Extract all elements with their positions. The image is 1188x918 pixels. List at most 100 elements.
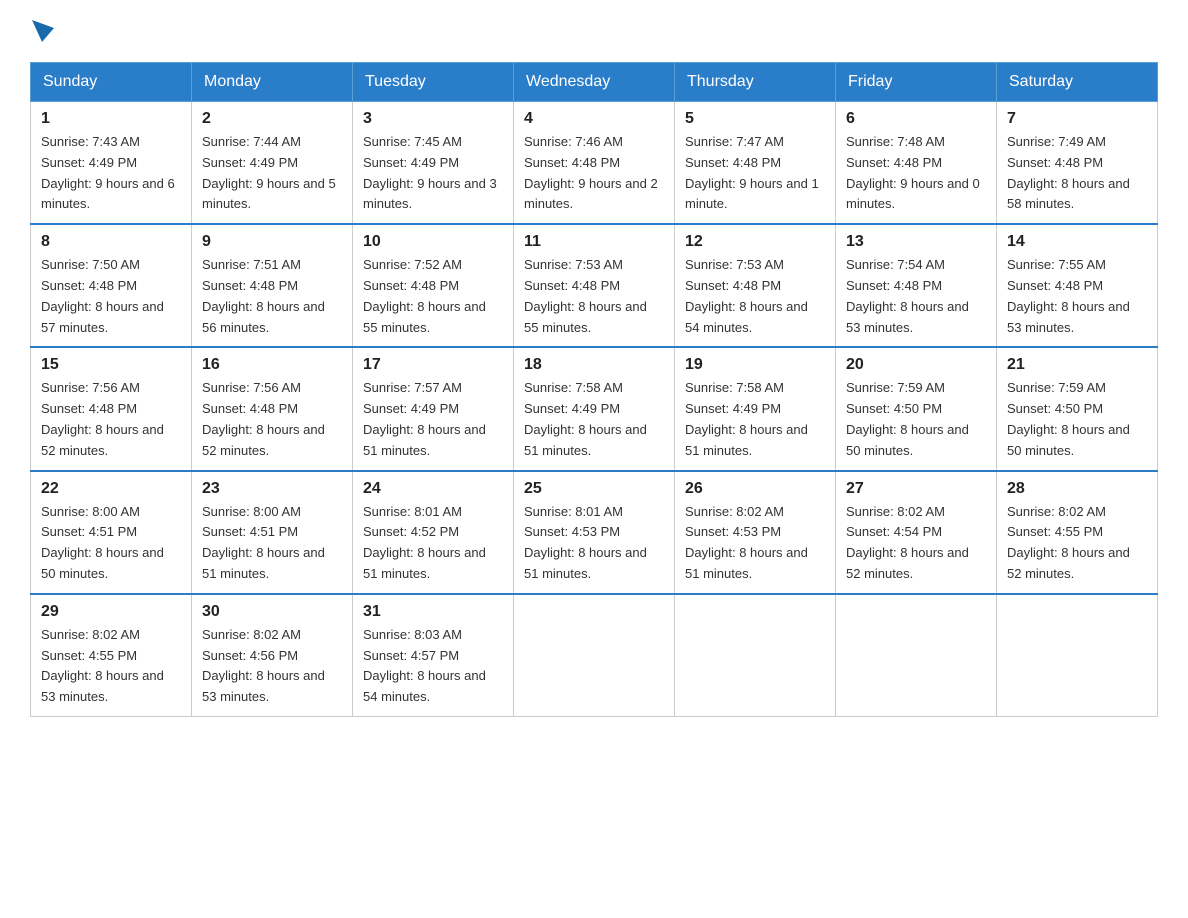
logo xyxy=(30,20,54,42)
day-info: Sunrise: 7:43 AMSunset: 4:49 PMDaylight:… xyxy=(41,132,181,215)
weekday-header-saturday: Saturday xyxy=(997,63,1158,102)
day-info: Sunrise: 7:46 AMSunset: 4:48 PMDaylight:… xyxy=(524,132,664,215)
day-number: 30 xyxy=(202,603,342,621)
weekday-header-tuesday: Tuesday xyxy=(353,63,514,102)
calendar-cell: 21 Sunrise: 7:59 AMSunset: 4:50 PMDaylig… xyxy=(997,347,1158,470)
day-number: 16 xyxy=(202,356,342,374)
day-number: 26 xyxy=(685,480,825,498)
calendar-cell: 19 Sunrise: 7:58 AMSunset: 4:49 PMDaylig… xyxy=(675,347,836,470)
day-number: 11 xyxy=(524,233,664,251)
calendar-cell: 9 Sunrise: 7:51 AMSunset: 4:48 PMDayligh… xyxy=(192,224,353,347)
calendar-cell: 14 Sunrise: 7:55 AMSunset: 4:48 PMDaylig… xyxy=(997,224,1158,347)
day-info: Sunrise: 7:44 AMSunset: 4:49 PMDaylight:… xyxy=(202,132,342,215)
day-info: Sunrise: 8:00 AMSunset: 4:51 PMDaylight:… xyxy=(41,502,181,585)
day-info: Sunrise: 8:01 AMSunset: 4:53 PMDaylight:… xyxy=(524,502,664,585)
calendar-cell: 5 Sunrise: 7:47 AMSunset: 4:48 PMDayligh… xyxy=(675,102,836,225)
calendar-cell xyxy=(836,594,997,717)
calendar-cell: 10 Sunrise: 7:52 AMSunset: 4:48 PMDaylig… xyxy=(353,224,514,347)
weekday-header-friday: Friday xyxy=(836,63,997,102)
day-info: Sunrise: 7:50 AMSunset: 4:48 PMDaylight:… xyxy=(41,255,181,338)
calendar-cell: 20 Sunrise: 7:59 AMSunset: 4:50 PMDaylig… xyxy=(836,347,997,470)
day-number: 9 xyxy=(202,233,342,251)
weekday-header-thursday: Thursday xyxy=(675,63,836,102)
day-info: Sunrise: 7:54 AMSunset: 4:48 PMDaylight:… xyxy=(846,255,986,338)
day-number: 17 xyxy=(363,356,503,374)
day-info: Sunrise: 7:45 AMSunset: 4:49 PMDaylight:… xyxy=(363,132,503,215)
day-info: Sunrise: 7:55 AMSunset: 4:48 PMDaylight:… xyxy=(1007,255,1147,338)
calendar-week-row: 29 Sunrise: 8:02 AMSunset: 4:55 PMDaylig… xyxy=(31,594,1158,717)
calendar-cell: 30 Sunrise: 8:02 AMSunset: 4:56 PMDaylig… xyxy=(192,594,353,717)
day-info: Sunrise: 7:59 AMSunset: 4:50 PMDaylight:… xyxy=(846,378,986,461)
day-info: Sunrise: 8:00 AMSunset: 4:51 PMDaylight:… xyxy=(202,502,342,585)
day-number: 22 xyxy=(41,480,181,498)
day-info: Sunrise: 7:56 AMSunset: 4:48 PMDaylight:… xyxy=(41,378,181,461)
day-info: Sunrise: 7:59 AMSunset: 4:50 PMDaylight:… xyxy=(1007,378,1147,461)
day-number: 15 xyxy=(41,356,181,374)
day-info: Sunrise: 8:02 AMSunset: 4:54 PMDaylight:… xyxy=(846,502,986,585)
day-info: Sunrise: 8:03 AMSunset: 4:57 PMDaylight:… xyxy=(363,625,503,708)
weekday-header-sunday: Sunday xyxy=(31,63,192,102)
calendar-cell: 18 Sunrise: 7:58 AMSunset: 4:49 PMDaylig… xyxy=(514,347,675,470)
calendar-cell: 4 Sunrise: 7:46 AMSunset: 4:48 PMDayligh… xyxy=(514,102,675,225)
calendar-week-row: 8 Sunrise: 7:50 AMSunset: 4:48 PMDayligh… xyxy=(31,224,1158,347)
calendar-cell: 17 Sunrise: 7:57 AMSunset: 4:49 PMDaylig… xyxy=(353,347,514,470)
day-number: 13 xyxy=(846,233,986,251)
day-info: Sunrise: 7:53 AMSunset: 4:48 PMDaylight:… xyxy=(685,255,825,338)
page-header xyxy=(30,20,1158,42)
day-info: Sunrise: 8:02 AMSunset: 4:55 PMDaylight:… xyxy=(1007,502,1147,585)
calendar-cell: 27 Sunrise: 8:02 AMSunset: 4:54 PMDaylig… xyxy=(836,471,997,594)
calendar-week-row: 15 Sunrise: 7:56 AMSunset: 4:48 PMDaylig… xyxy=(31,347,1158,470)
day-number: 31 xyxy=(363,603,503,621)
calendar-cell: 1 Sunrise: 7:43 AMSunset: 4:49 PMDayligh… xyxy=(31,102,192,225)
day-number: 2 xyxy=(202,110,342,128)
day-number: 25 xyxy=(524,480,664,498)
day-info: Sunrise: 8:02 AMSunset: 4:55 PMDaylight:… xyxy=(41,625,181,708)
day-info: Sunrise: 7:52 AMSunset: 4:48 PMDaylight:… xyxy=(363,255,503,338)
day-number: 14 xyxy=(1007,233,1147,251)
day-info: Sunrise: 7:51 AMSunset: 4:48 PMDaylight:… xyxy=(202,255,342,338)
day-number: 18 xyxy=(524,356,664,374)
calendar-cell: 7 Sunrise: 7:49 AMSunset: 4:48 PMDayligh… xyxy=(997,102,1158,225)
day-number: 24 xyxy=(363,480,503,498)
day-number: 4 xyxy=(524,110,664,128)
day-number: 27 xyxy=(846,480,986,498)
calendar-cell: 28 Sunrise: 8:02 AMSunset: 4:55 PMDaylig… xyxy=(997,471,1158,594)
calendar-table: SundayMondayTuesdayWednesdayThursdayFrid… xyxy=(30,62,1158,717)
day-info: Sunrise: 8:02 AMSunset: 4:53 PMDaylight:… xyxy=(685,502,825,585)
day-info: Sunrise: 8:01 AMSunset: 4:52 PMDaylight:… xyxy=(363,502,503,585)
day-info: Sunrise: 8:02 AMSunset: 4:56 PMDaylight:… xyxy=(202,625,342,708)
day-info: Sunrise: 7:53 AMSunset: 4:48 PMDaylight:… xyxy=(524,255,664,338)
calendar-cell: 15 Sunrise: 7:56 AMSunset: 4:48 PMDaylig… xyxy=(31,347,192,470)
day-number: 29 xyxy=(41,603,181,621)
calendar-cell: 22 Sunrise: 8:00 AMSunset: 4:51 PMDaylig… xyxy=(31,471,192,594)
day-number: 12 xyxy=(685,233,825,251)
day-number: 8 xyxy=(41,233,181,251)
day-info: Sunrise: 7:56 AMSunset: 4:48 PMDaylight:… xyxy=(202,378,342,461)
day-number: 21 xyxy=(1007,356,1147,374)
day-info: Sunrise: 7:49 AMSunset: 4:48 PMDaylight:… xyxy=(1007,132,1147,215)
calendar-week-row: 22 Sunrise: 8:00 AMSunset: 4:51 PMDaylig… xyxy=(31,471,1158,594)
day-info: Sunrise: 7:58 AMSunset: 4:49 PMDaylight:… xyxy=(685,378,825,461)
calendar-cell xyxy=(997,594,1158,717)
day-info: Sunrise: 7:58 AMSunset: 4:49 PMDaylight:… xyxy=(524,378,664,461)
day-number: 19 xyxy=(685,356,825,374)
calendar-cell: 2 Sunrise: 7:44 AMSunset: 4:49 PMDayligh… xyxy=(192,102,353,225)
day-number: 7 xyxy=(1007,110,1147,128)
logo-arrow-icon xyxy=(32,20,54,42)
weekday-header-wednesday: Wednesday xyxy=(514,63,675,102)
day-info: Sunrise: 7:57 AMSunset: 4:49 PMDaylight:… xyxy=(363,378,503,461)
day-number: 10 xyxy=(363,233,503,251)
calendar-cell: 26 Sunrise: 8:02 AMSunset: 4:53 PMDaylig… xyxy=(675,471,836,594)
calendar-cell: 16 Sunrise: 7:56 AMSunset: 4:48 PMDaylig… xyxy=(192,347,353,470)
calendar-cell: 11 Sunrise: 7:53 AMSunset: 4:48 PMDaylig… xyxy=(514,224,675,347)
day-number: 23 xyxy=(202,480,342,498)
calendar-cell: 31 Sunrise: 8:03 AMSunset: 4:57 PMDaylig… xyxy=(353,594,514,717)
calendar-cell: 25 Sunrise: 8:01 AMSunset: 4:53 PMDaylig… xyxy=(514,471,675,594)
day-number: 1 xyxy=(41,110,181,128)
calendar-cell xyxy=(675,594,836,717)
day-number: 3 xyxy=(363,110,503,128)
day-info: Sunrise: 7:48 AMSunset: 4:48 PMDaylight:… xyxy=(846,132,986,215)
weekday-header-monday: Monday xyxy=(192,63,353,102)
calendar-cell: 6 Sunrise: 7:48 AMSunset: 4:48 PMDayligh… xyxy=(836,102,997,225)
day-number: 6 xyxy=(846,110,986,128)
